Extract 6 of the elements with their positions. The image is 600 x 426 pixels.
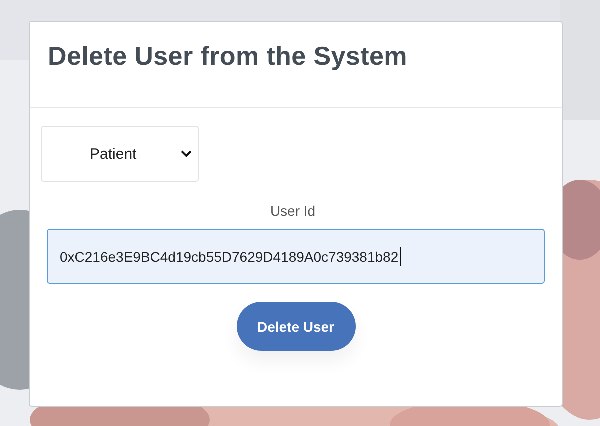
user-id-field[interactable]: 0xC216e3E9BC4d19cb55D7629D4189A0c739381b82 [47, 229, 545, 284]
card-title: Delete User from the System [48, 41, 408, 72]
field-label: User Id [270, 203, 316, 219]
chevron-down-icon [181, 150, 192, 158]
role-select[interactable]: Patient [41, 126, 199, 182]
delete-user-button[interactable]: Delete User [236, 302, 356, 351]
